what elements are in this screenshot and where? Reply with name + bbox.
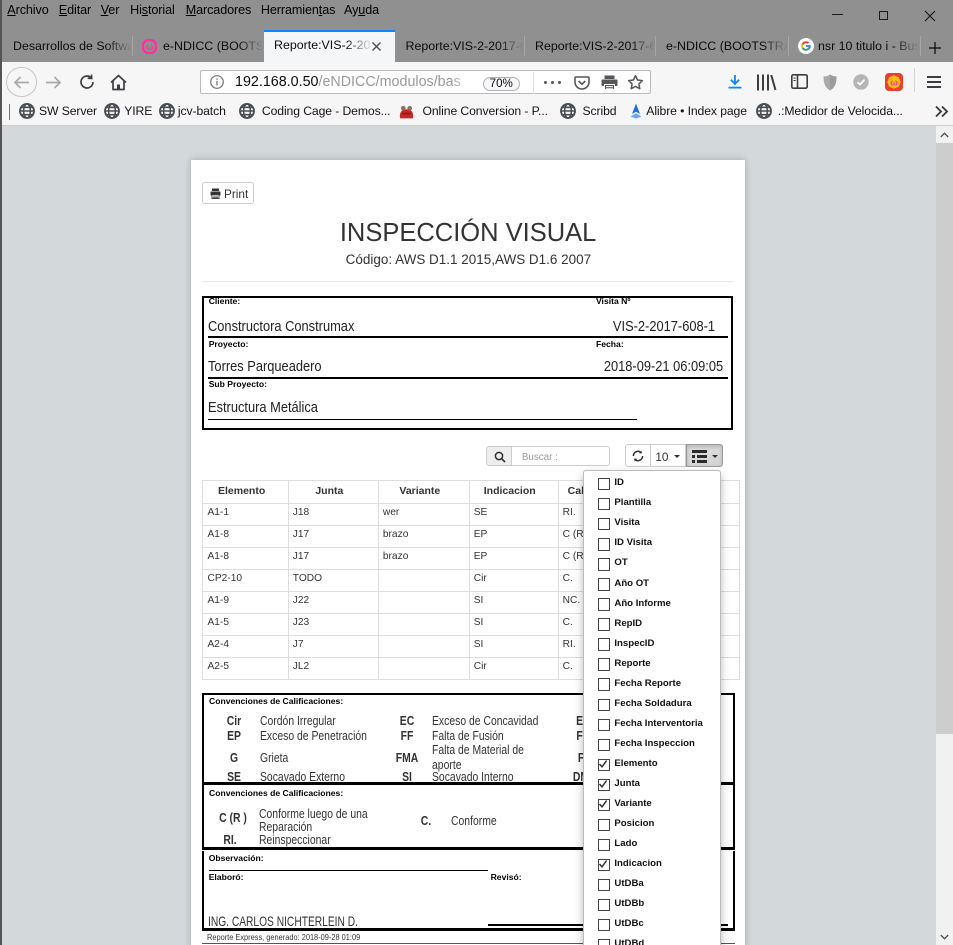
svg-text:ω: ω [146, 41, 154, 51]
svg-text:ω: ω [890, 77, 898, 87]
